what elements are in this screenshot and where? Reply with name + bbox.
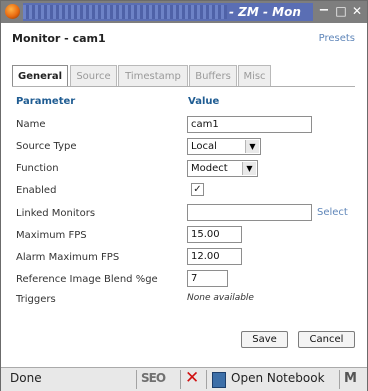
status-separator	[339, 370, 340, 389]
seo-icon[interactable]: SEO	[141, 371, 166, 385]
source-type-value: Local	[191, 141, 217, 152]
tab-timestamp[interactable]: Timestamp	[118, 65, 188, 86]
status-separator	[136, 370, 137, 389]
name-input[interactable]: cam1	[187, 116, 312, 133]
firefox-icon	[5, 4, 20, 19]
max-fps-label: Maximum FPS	[16, 230, 87, 241]
tab-misc[interactable]: Misc	[238, 65, 271, 86]
alarm-max-fps-input[interactable]: 12.00	[187, 248, 242, 265]
mail-icon[interactable]: M	[344, 371, 357, 386]
chevron-down-icon: ▼	[245, 140, 259, 153]
function-value: Modect	[191, 163, 228, 174]
save-button[interactable]: Save	[241, 331, 288, 348]
tab-divider	[12, 86, 355, 87]
function-label: Function	[16, 163, 59, 174]
function-select[interactable]: Modect ▼	[187, 160, 258, 177]
minimize-button[interactable]: −	[317, 4, 331, 18]
ref-blend-label: Reference Image Blend %ge	[16, 274, 158, 285]
source-type-label: Source Type	[16, 141, 77, 152]
window-title: - ZM - Mon	[23, 3, 313, 21]
notebook-icon	[212, 372, 226, 388]
chevron-down-icon: ▼	[242, 162, 256, 175]
tab-general[interactable]: General	[12, 65, 68, 87]
name-label: Name	[16, 119, 46, 130]
status-text: Done	[10, 371, 42, 385]
open-notebook-button[interactable]: Open Notebook	[231, 371, 325, 385]
tab-source[interactable]: Source	[70, 65, 117, 86]
enabled-label: Enabled	[16, 185, 57, 196]
presets-link[interactable]: Presets	[319, 33, 355, 44]
window-title-label: - ZM - Mon	[229, 5, 301, 19]
page-title: Monitor - cam1	[12, 32, 106, 45]
cancel-button[interactable]: Cancel	[298, 331, 355, 348]
browser-popup-window: - ZM - Mon − □ ✕ Monitor - cam1 Presets …	[0, 0, 368, 391]
tab-buffers[interactable]: Buffers	[189, 65, 237, 86]
title-blur-region	[23, 5, 227, 19]
enabled-checkbox[interactable]: ✓	[191, 183, 204, 196]
triggers-label: Triggers	[16, 294, 56, 305]
source-type-select[interactable]: Local ▼	[187, 138, 261, 155]
linked-monitors-label: Linked Monitors	[16, 208, 96, 219]
column-header-value: Value	[188, 96, 220, 107]
maximize-button[interactable]: □	[334, 4, 348, 18]
close-x-icon[interactable]: ✕	[185, 369, 199, 387]
alarm-max-fps-label: Alarm Maximum FPS	[16, 252, 120, 263]
column-header-parameter: Parameter	[16, 96, 76, 107]
status-bar: Done SEO ✕ Open Notebook M	[1, 367, 367, 391]
triggers-value: None available	[187, 293, 254, 303]
ref-blend-input[interactable]: 7	[187, 270, 228, 287]
title-bar[interactable]: - ZM - Mon − □ ✕	[1, 1, 367, 23]
status-separator	[206, 370, 207, 389]
select-link[interactable]: Select	[317, 207, 348, 218]
max-fps-input[interactable]: 15.00	[187, 226, 242, 243]
close-button[interactable]: ✕	[350, 4, 364, 18]
linked-monitors-input[interactable]	[187, 204, 312, 221]
status-separator	[180, 370, 181, 389]
